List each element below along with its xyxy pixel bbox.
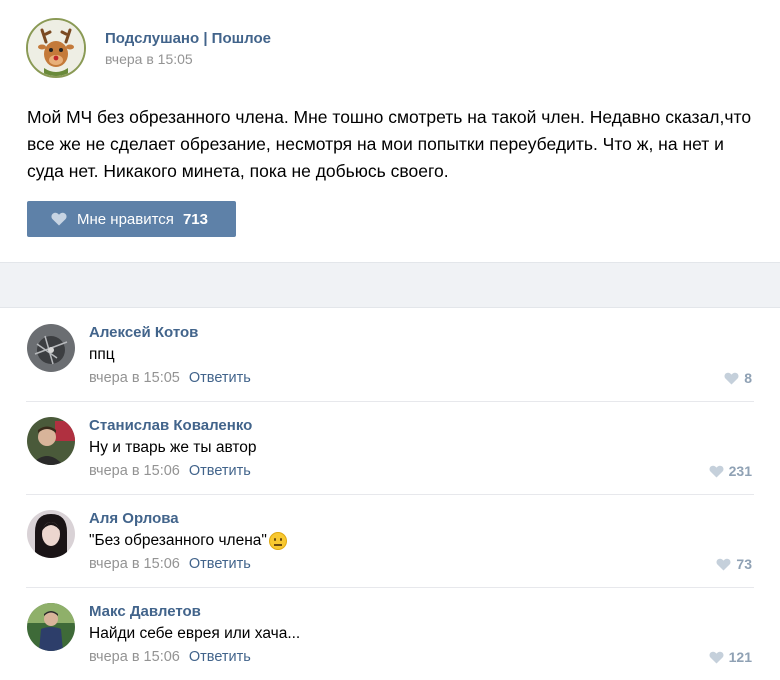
reply-button[interactable]: Ответить: [189, 649, 251, 665]
avatar[interactable]: [27, 603, 75, 651]
comment-author[interactable]: Станислав Коваленко: [89, 417, 252, 434]
comment-text: ппц: [89, 346, 115, 364]
comment-time[interactable]: вчера в 15:06: [89, 649, 180, 665]
post-text: Мой МЧ без обрезанного члена. Мне тошно …: [27, 107, 752, 181]
reply-button[interactable]: Ответить: [189, 463, 251, 479]
comment-like-button[interactable]: 8: [724, 370, 752, 386]
comment-author[interactable]: Аля Орлова: [89, 510, 179, 527]
comment-like-button[interactable]: 73: [716, 556, 752, 572]
heart-icon: [709, 465, 724, 478]
comment-meta: вчера в 15:06 Ответить: [89, 556, 251, 572]
comment-text: Найди себе еврея или хача...: [89, 625, 300, 643]
comment: Аля Орлова "Без обрезанного члена" вчера…: [26, 495, 754, 588]
comment-time[interactable]: вчера в 15:06: [89, 556, 180, 572]
comment-meta: вчера в 15:05 Ответить: [89, 370, 251, 386]
comment: Макс Давлетов Найди себе еврея или хача.…: [26, 588, 754, 680]
comment: Алексей Котов ппц вчера в 15:05 Ответить …: [26, 309, 754, 402]
comment-like-button[interactable]: 231: [709, 463, 752, 479]
heart-icon: [51, 212, 67, 226]
post-time[interactable]: вчера в 15:05: [105, 51, 193, 67]
like-count: 713: [182, 210, 208, 228]
comment-like-count: 73: [736, 556, 752, 572]
comment-text: Ну и тварь же ты автор: [89, 439, 257, 457]
heart-icon: [716, 558, 731, 571]
heart-icon: [724, 372, 739, 385]
comment-like-button[interactable]: 121: [709, 649, 752, 665]
comment-text-content: Найди себе еврея или хача...: [89, 625, 301, 642]
comment-author[interactable]: Макс Давлетов: [89, 603, 201, 620]
comment-text-content: ппц: [89, 346, 115, 363]
like-label: Мне нравится: [77, 210, 174, 228]
group-name-link[interactable]: Подслушано | Пошлое: [105, 30, 271, 47]
comment-like-count: 121: [728, 649, 752, 665]
deer-avatar-icon: [28, 20, 84, 76]
section-divider: [0, 262, 780, 308]
comments-list: Алексей Котов ппц вчера в 15:05 Ответить …: [0, 309, 780, 680]
avatar[interactable]: [27, 510, 75, 558]
comment-text-content: Ну и тварь же ты автор: [89, 439, 257, 456]
avatar[interactable]: [27, 417, 75, 465]
comment-like-count: 231: [728, 463, 752, 479]
comment-meta: вчера в 15:06 Ответить: [89, 649, 251, 665]
comment: Станислав Коваленко Ну и тварь же ты авт…: [26, 402, 754, 495]
reply-button[interactable]: Ответить: [189, 370, 251, 386]
comment-meta: вчера в 15:06 Ответить: [89, 463, 251, 479]
comment-time[interactable]: вчера в 15:06: [89, 463, 180, 479]
comment-text: "Без обрезанного члена": [89, 532, 287, 550]
comment-text-content: "Без обрезанного члена": [89, 532, 267, 549]
post: Подслушано | Пошлое вчера в 15:05 Мой МЧ…: [0, 0, 780, 262]
reply-button[interactable]: Ответить: [189, 556, 251, 572]
heart-icon: [709, 651, 724, 664]
neutral-face-icon: [268, 532, 287, 550]
avatar[interactable]: [27, 324, 75, 372]
comment-like-count: 8: [744, 370, 752, 386]
like-button[interactable]: Мне нравится 713: [27, 201, 236, 237]
comment-time[interactable]: вчера в 15:05: [89, 370, 180, 386]
group-avatar[interactable]: [26, 18, 86, 78]
comment-author[interactable]: Алексей Котов: [89, 324, 198, 341]
